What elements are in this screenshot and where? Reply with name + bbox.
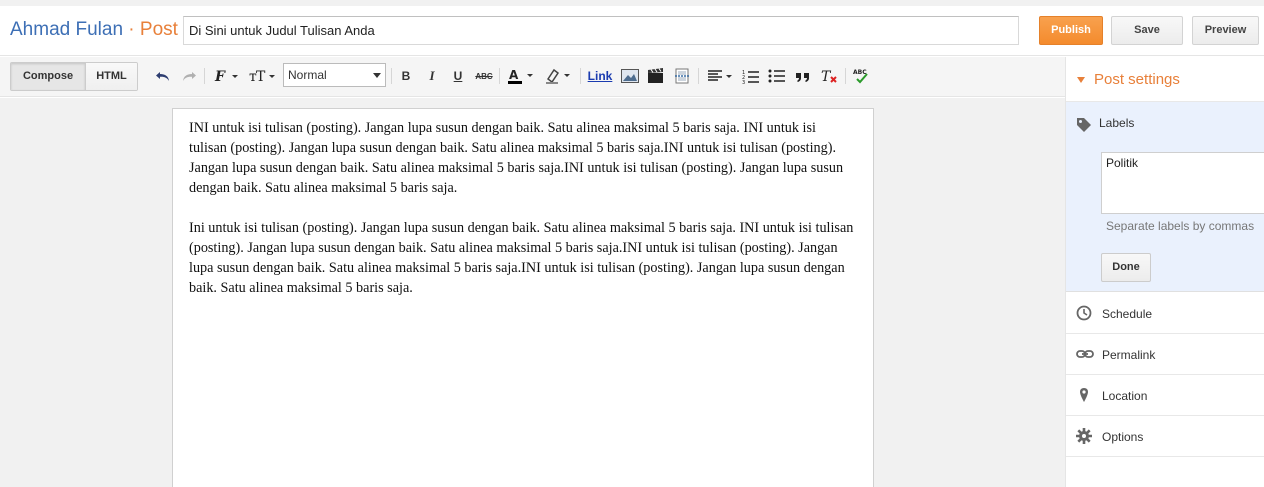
compose-tab[interactable]: Compose (11, 63, 86, 90)
paragraph: INI untuk isi tulisan (posting). Jangan … (189, 120, 844, 196)
jump-break-icon[interactable] (672, 67, 692, 85)
quote-icon[interactable] (793, 67, 813, 85)
labels-title[interactable]: Labels (1099, 116, 1134, 130)
pin-icon (1076, 387, 1092, 408)
svg-text:3: 3 (742, 80, 745, 84)
bold-icon[interactable]: B (398, 67, 414, 85)
font-size-icon[interactable]: тT (248, 67, 278, 85)
toolbar-divider (698, 68, 699, 84)
video-icon[interactable] (646, 67, 666, 85)
blog-breadcrumb: Ahmad Fulan · Post (10, 19, 178, 41)
sidebar-item-location[interactable]: Location (1066, 375, 1264, 416)
link-button[interactable]: Link (587, 67, 613, 85)
sidebar-item-permalink[interactable]: Permalink (1066, 334, 1264, 375)
toolbar-divider (499, 68, 500, 84)
svg-text:A: A (509, 68, 519, 82)
clock-icon (1076, 305, 1092, 326)
labels-textarea[interactable]: Politik (1101, 152, 1264, 214)
labels-hint: Separate labels by commas (1106, 219, 1255, 233)
collapse-triangle-icon (1077, 77, 1085, 83)
post-settings-title: Post settings (1094, 71, 1180, 88)
text-color-icon[interactable]: A (506, 67, 536, 85)
italic-icon[interactable]: I (424, 67, 440, 85)
preview-button[interactable]: Preview (1192, 16, 1259, 45)
toolbar-divider (204, 68, 205, 84)
post-title-input[interactable] (183, 16, 1019, 45)
post-body-editor[interactable]: INI untuk isi tulisan (posting). Jangan … (172, 108, 874, 487)
svg-text:T: T (256, 69, 266, 84)
sidebar-item-schedule[interactable]: Schedule (1066, 293, 1264, 334)
labels-panel: Labels Politik Separate labels by commas… (1066, 102, 1264, 292)
redo-icon[interactable] (180, 67, 198, 85)
strikethrough-icon[interactable]: ABC (475, 67, 493, 85)
toolbar-divider (580, 68, 581, 84)
breadcrumb-separator: · (123, 19, 140, 40)
post-settings-header[interactable]: Post settings (1066, 57, 1264, 102)
toolbar-divider (391, 68, 392, 84)
post-settings-sidebar: Post settings Labels Politik Separate la… (1065, 57, 1264, 487)
numbered-list-icon[interactable]: 123 (741, 67, 761, 85)
html-tab[interactable]: HTML (86, 63, 137, 90)
bullet-list-icon[interactable] (767, 67, 787, 85)
mode-switch: Compose HTML (10, 62, 138, 91)
undo-icon[interactable] (154, 67, 172, 85)
gear-icon (1076, 428, 1092, 449)
section-label: Post (139, 19, 178, 40)
tag-icon (1076, 117, 1092, 138)
font-family-icon[interactable]: F (212, 67, 242, 85)
sidebar-item-label: Options (1102, 430, 1144, 444)
font-size-select[interactable]: Normal (283, 63, 386, 87)
chevron-down-icon (373, 73, 381, 78)
highlight-icon[interactable] (544, 67, 574, 85)
svg-text:T: T (821, 69, 832, 84)
paragraph: Ini untuk isi tulisan (posting). Jangan … (189, 220, 854, 296)
sidebar-item-options[interactable]: Options (1066, 416, 1264, 457)
editor-toolbar: Compose HTML F тT Normal B I U ABC A Lin… (0, 57, 1065, 97)
done-button[interactable]: Done (1101, 253, 1151, 282)
sidebar-item-label: Schedule (1102, 307, 1153, 321)
sidebar-item-label: Location (1102, 389, 1148, 403)
header: Ahmad Fulan · Post Publish Save Preview (0, 6, 1264, 56)
publish-button[interactable]: Publish (1039, 16, 1103, 45)
font-size-value: Normal (288, 68, 327, 82)
svg-text:F: F (214, 69, 226, 84)
save-button[interactable]: Save (1111, 16, 1183, 45)
sidebar-item-label: Permalink (1102, 348, 1156, 362)
blog-name-link[interactable]: Ahmad Fulan (10, 19, 123, 40)
remove-formatting-icon[interactable]: T (819, 67, 839, 85)
toolbar-divider (845, 68, 846, 84)
image-icon[interactable] (620, 67, 640, 85)
underline-icon[interactable]: U (450, 67, 466, 85)
link-icon (1076, 346, 1094, 367)
spellcheck-icon[interactable]: ABC (851, 67, 871, 85)
align-icon[interactable] (705, 67, 735, 85)
